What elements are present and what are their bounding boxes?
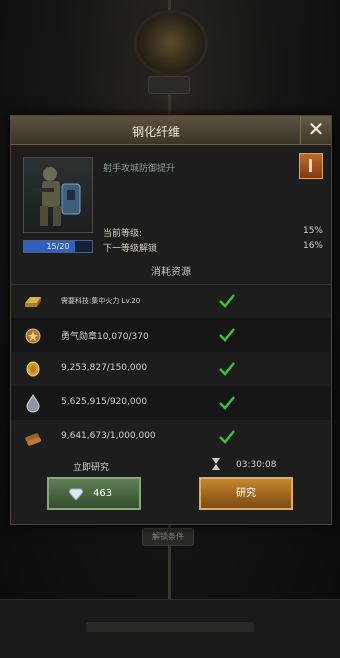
current-level-label: 当前等级: [103, 229, 143, 239]
dialog-title-bar: 钢化纤维 ✕ [11, 116, 331, 145]
tech-node-label [148, 76, 190, 94]
tech-detail-dialog: 钢化纤维 ✕ 15/20 射手攻城防御提升 当前等级: 15% 下一等级解锁 1… [10, 115, 332, 525]
resource-text: 5,625,915/920,000 [61, 397, 148, 407]
resource-text: 9,641,673/1,000,000 [61, 431, 156, 441]
info-button[interactable] [299, 153, 323, 179]
diamond-icon [69, 488, 83, 500]
soldier-icon [32, 167, 81, 226]
close-icon: ✕ [307, 117, 325, 141]
next-level-value: 16% [302, 241, 323, 251]
wood-icon [25, 433, 42, 446]
resource-row: 5,625,915/920,000 [11, 386, 331, 420]
research-button[interactable]: 研究 [199, 477, 293, 510]
resource-text: 勇气勋章10,070/370 [61, 332, 149, 342]
resource-text: 需要科技:集中火力 Lv.20 [61, 297, 141, 305]
research-timer: 03:30:08 [236, 460, 277, 470]
check-icon [219, 396, 235, 410]
oil-drop-icon [26, 394, 40, 413]
tech-description: 射手攻城防御提升 [103, 164, 176, 174]
level-progress-bar: 15/20 [23, 240, 93, 253]
resource-row: 9,253,827/150,000 [11, 352, 331, 386]
dialog-title: 钢化纤维 [131, 125, 180, 139]
instant-research-button[interactable]: 463 [47, 477, 141, 510]
next-level-label: 下一等级解锁 [103, 244, 158, 254]
soldier-portrait [23, 157, 93, 233]
tech-node[interactable] [134, 10, 208, 76]
instant-research-label: 立即研究 [73, 463, 110, 473]
resource-row: 勇气勋章10,070/370 [11, 318, 331, 352]
check-icon [219, 430, 235, 444]
check-icon [219, 294, 235, 308]
gold-bar-icon [25, 297, 41, 307]
medal-icon [25, 328, 41, 344]
resources-title: 消耗资源 [151, 267, 191, 278]
food-coin-icon [26, 361, 40, 377]
unlock-pill[interactable]: 解锁条件 [142, 528, 194, 546]
resource-row: 需要科技:集中火力 Lv.20 [11, 284, 331, 318]
level-progress-text: 15/20 [46, 242, 70, 251]
info-icon [309, 159, 312, 172]
current-level-value: 15% [302, 226, 323, 236]
hourglass-icon [212, 458, 220, 470]
check-icon [219, 362, 235, 376]
resource-text: 9,253,827/150,000 [61, 363, 148, 373]
check-icon [219, 328, 235, 342]
close-button[interactable]: ✕ [300, 116, 331, 144]
instant-cost: 463 [93, 488, 113, 499]
bottom-bar [0, 599, 340, 658]
resource-row: 9,641,673/1,000,000 [11, 420, 331, 454]
